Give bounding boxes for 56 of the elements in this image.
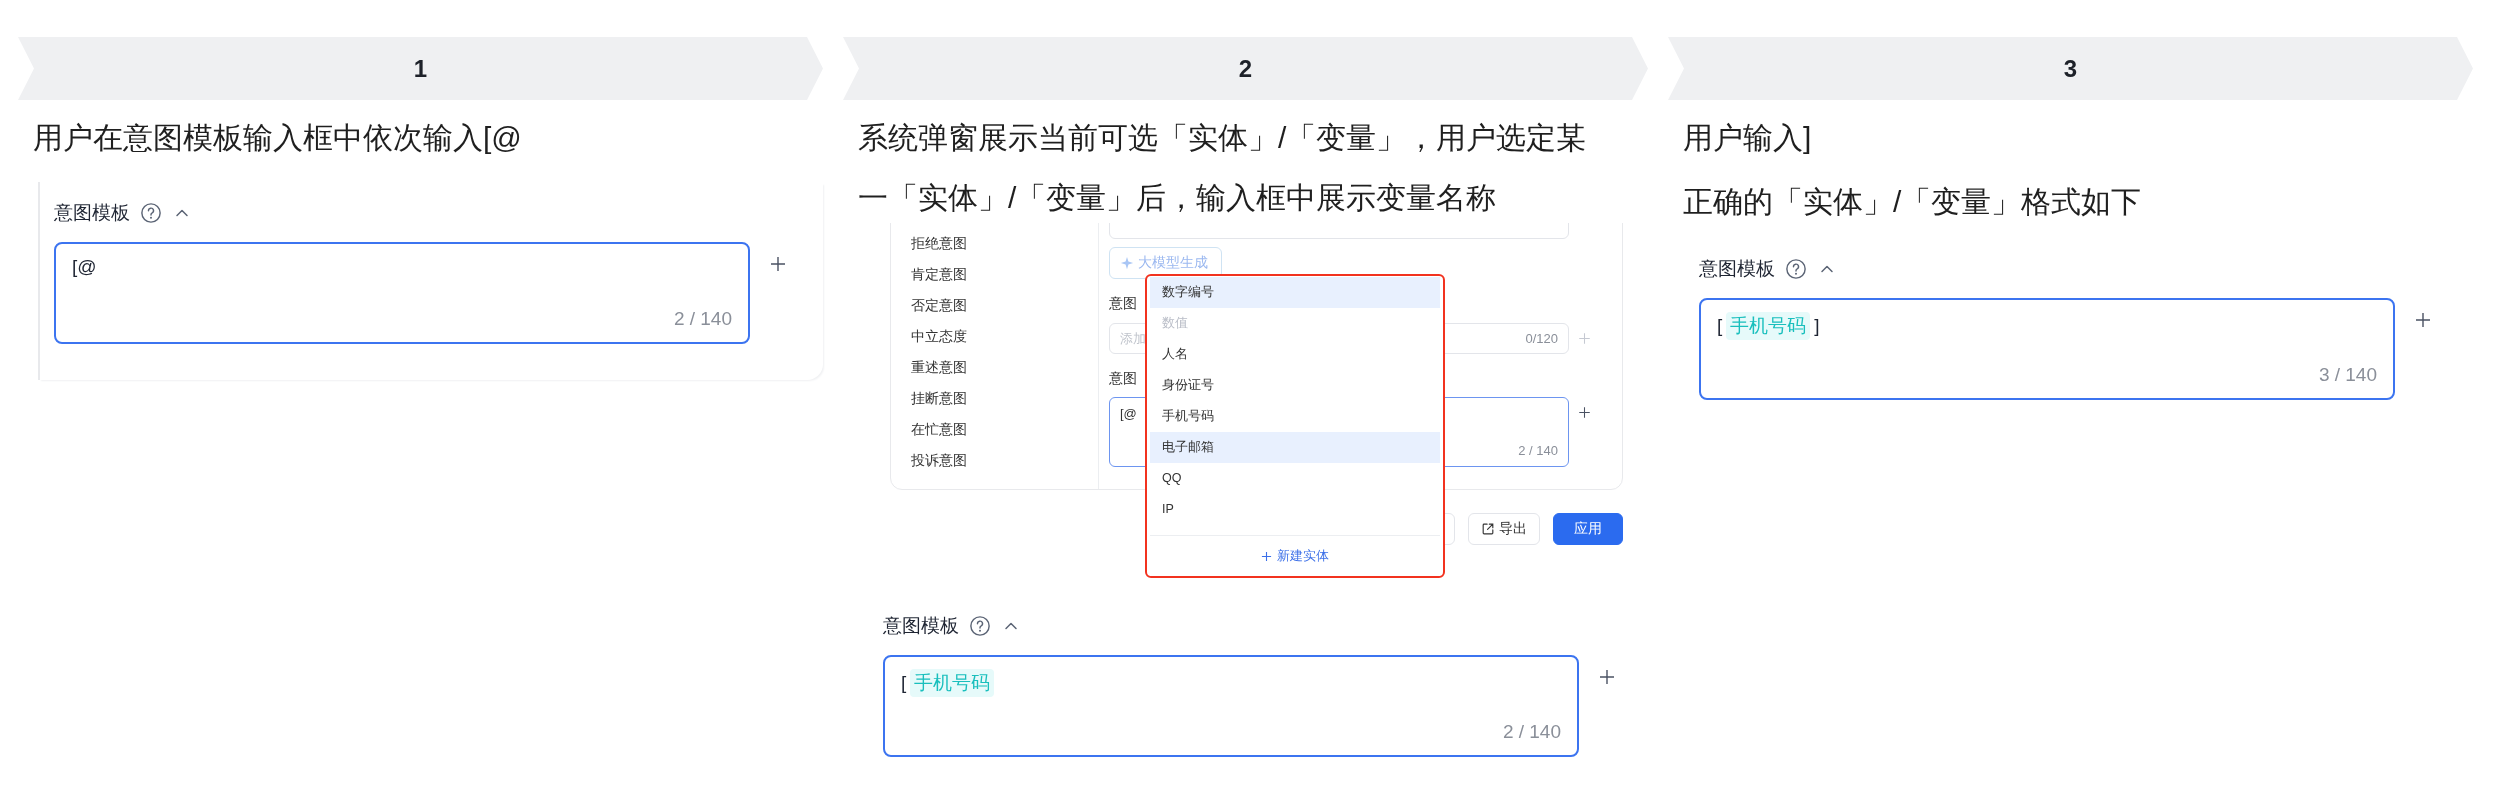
template-field[interactable]: [ 手机号码 ] 3 / 140	[1699, 298, 2395, 400]
character-counter: 0/120	[1525, 331, 1558, 346]
field-label: 意图模板	[883, 614, 959, 638]
intent-item[interactable]: 肯定意图	[911, 259, 1098, 290]
intent-item[interactable]: 重述意图	[911, 352, 1098, 383]
character-counter: 2 / 140	[1502, 721, 1561, 743]
export-icon	[1481, 522, 1495, 536]
step-description: 用户输入]	[1683, 120, 1813, 156]
field-text: [	[901, 672, 907, 694]
step-number: 1	[413, 54, 428, 83]
character-counter: 3 / 140	[2318, 364, 2377, 386]
placeholder-text: 添加	[1120, 329, 1146, 348]
dropdown-item[interactable]: 人名	[1150, 339, 1440, 370]
help-icon[interactable]	[1785, 258, 1807, 280]
field-text: [@	[72, 256, 97, 278]
dropdown-item[interactable]: QQ	[1150, 463, 1440, 494]
plus-icon[interactable]	[768, 254, 788, 274]
intent-item[interactable]: 投诉意图	[911, 445, 1098, 476]
plus-icon[interactable]	[2413, 310, 2433, 330]
step-number: 3	[2063, 54, 2078, 83]
character-counter: 2 / 140	[1518, 443, 1558, 458]
template-field[interactable]: [@ 2 / 140	[54, 242, 750, 344]
entity-tag: 手机号码	[1726, 312, 1811, 340]
dropdown-item[interactable]: 电子邮箱	[1150, 432, 1440, 463]
dropdown-item[interactable]: 数字编号	[1150, 277, 1440, 308]
field-text: [	[1717, 315, 1723, 337]
apply-button[interactable]: 应用	[1553, 513, 1623, 545]
dropdown-item[interactable]: 手机号码	[1150, 401, 1440, 432]
help-icon[interactable]	[969, 615, 991, 637]
intent-item[interactable]: 否定意图	[911, 290, 1098, 321]
entity-tag: 手机号码	[910, 669, 995, 697]
help-icon[interactable]	[140, 202, 162, 224]
intent-item[interactable]: 挂断意图	[911, 383, 1098, 414]
step-number: 2	[1238, 54, 1253, 83]
intent-item[interactable]: 中立态度	[911, 321, 1098, 352]
step-description: 系统弹窗展示当前可选「实体」/「变量」，用户选定某一「实体」/「变量」后，输入框中展示变量名称	[858, 120, 1588, 216]
field-label: 意图	[1109, 295, 1137, 313]
character-counter: 2 / 140	[673, 308, 732, 330]
field-label: 意图模板	[54, 201, 130, 225]
intent-item[interactable]: 在忙意图	[911, 414, 1098, 445]
field-text: ]	[1814, 315, 1820, 337]
plus-icon[interactable]	[1577, 405, 1592, 420]
step-description: 正确的「实体」/「变量」格式如下	[1683, 184, 2143, 220]
field-label: 意图	[1109, 370, 1137, 388]
dropdown-item[interactable]: IP	[1150, 494, 1440, 525]
sparkle-icon	[1120, 256, 1134, 270]
plus-icon	[1261, 550, 1272, 562]
step-description: 用户在意图模板输入框中依次输入[@	[33, 120, 523, 156]
intent-item[interactable]: 拒绝意图	[911, 228, 1098, 259]
field-label: 意图模板	[1699, 257, 1775, 281]
plus-icon[interactable]	[1597, 667, 1617, 687]
field-text: [@	[1120, 406, 1137, 421]
dropdown-item[interactable]: 身份证号	[1150, 370, 1440, 401]
new-entity-button[interactable]: 新建实体	[1150, 535, 1440, 576]
template-field[interactable]: [ 手机号码 2 / 140	[883, 655, 1579, 757]
export-button[interactable]: 导出	[1468, 513, 1540, 545]
